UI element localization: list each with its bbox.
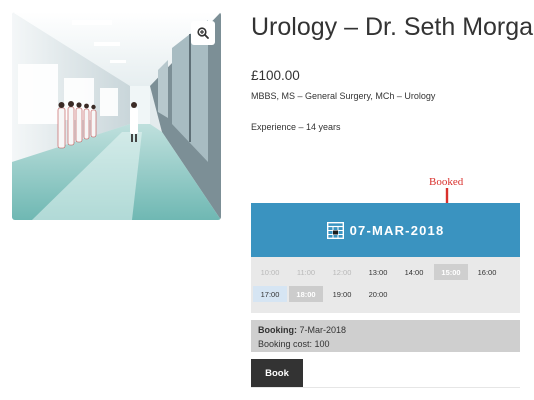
- time-slot-grid: 10:00 11:00 12:00 13:00 14:00 15:00 16:0…: [251, 257, 520, 313]
- booking-cost-line: Booking cost: 100: [258, 337, 513, 351]
- time-slot[interactable]: 19:00: [325, 286, 359, 302]
- time-slot-blocked: 18:00: [289, 286, 323, 302]
- time-slot: 10:00: [260, 267, 280, 277]
- calendar-grid-icon: [326, 221, 344, 239]
- booking-date-line: Booking: 7-Mar-2018: [258, 323, 513, 337]
- booking-date-value: 7-Mar-2018: [299, 325, 347, 335]
- product-title: Urology – Dr. Seth Morgan: [251, 13, 534, 41]
- doctor-experience: Experience – 14 years: [251, 122, 341, 132]
- time-slot: 11:00: [296, 267, 316, 277]
- time-slot[interactable]: 16:00: [470, 264, 504, 280]
- calendar-date: 07-MAR-2018: [349, 222, 445, 238]
- hospital-corridor-photo: [12, 12, 221, 220]
- time-slot-booked: 15:00: [434, 264, 468, 280]
- magnify-plus-icon: [197, 27, 209, 39]
- book-button[interactable]: Book: [251, 359, 303, 387]
- booking-cost-label: Booking cost:: [258, 339, 313, 349]
- booking-date-label: Booking:: [258, 325, 297, 335]
- divider: [251, 387, 520, 388]
- time-slot[interactable]: 14:00: [397, 264, 431, 280]
- booking-summary: Booking: 7-Mar-2018 Booking cost: 100: [251, 320, 520, 352]
- time-slot[interactable]: 20:00: [361, 286, 395, 302]
- product-image[interactable]: [12, 12, 221, 220]
- calendar-header: 07-MAR-2018: [251, 203, 520, 257]
- product-price: £100.00: [251, 68, 300, 83]
- booked-annotation-label: Booked: [429, 176, 464, 188]
- time-slot: 12:00: [332, 267, 352, 277]
- zoom-button[interactable]: [191, 21, 215, 45]
- time-slot[interactable]: 13:00: [361, 264, 395, 280]
- booking-cost-value: 100: [314, 339, 330, 349]
- doctor-qualifications: MBBS, MS – General Surgery, MCh – Urolog…: [251, 91, 436, 101]
- time-slot-selected[interactable]: 17:00: [253, 286, 287, 302]
